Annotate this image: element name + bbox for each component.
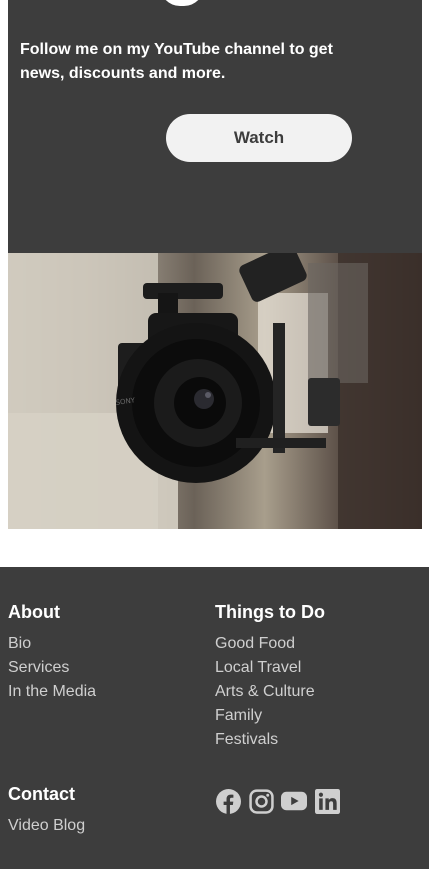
things-heading: Things to Do (215, 602, 325, 622)
contact-heading: Contact (8, 784, 75, 804)
footer-link-services[interactable]: Services (8, 656, 96, 680)
camera-image: SONY (8, 253, 422, 529)
facebook-icon[interactable] (215, 787, 241, 815)
footer-link-festivals[interactable]: Festivals (215, 728, 325, 752)
footer-link-family[interactable]: Family (215, 704, 325, 728)
footer-link-in-the-media[interactable]: In the Media (8, 680, 96, 704)
footer-link-arts-culture[interactable]: Arts & Culture (215, 680, 325, 704)
instagram-icon[interactable] (248, 787, 274, 815)
site-footer: About Bio Services In the Media Things t… (0, 567, 429, 869)
social-icons (215, 787, 340, 815)
promo-text: Follow me on my YouTube channel to get n… (20, 41, 333, 82)
promo-section: Follow me on my YouTube channel to get n… (8, 0, 422, 253)
footer-link-local-travel[interactable]: Local Travel (215, 656, 325, 680)
footer-things-to-do: Things to Do Good Food Local Travel Arts… (215, 600, 325, 752)
watch-button[interactable]: Watch (166, 114, 352, 162)
linkedin-icon[interactable] (314, 787, 340, 815)
footer-link-video-blog[interactable]: Video Blog (8, 814, 85, 838)
footer-about: About Bio Services In the Media (8, 600, 96, 704)
about-heading: About (8, 602, 60, 622)
footer-contact: Contact Video Blog (8, 782, 85, 838)
footer-link-good-food[interactable]: Good Food (215, 632, 325, 656)
youtube-icon[interactable] (281, 787, 307, 815)
promo-top-shape (160, 0, 204, 6)
footer-link-bio[interactable]: Bio (8, 632, 96, 656)
